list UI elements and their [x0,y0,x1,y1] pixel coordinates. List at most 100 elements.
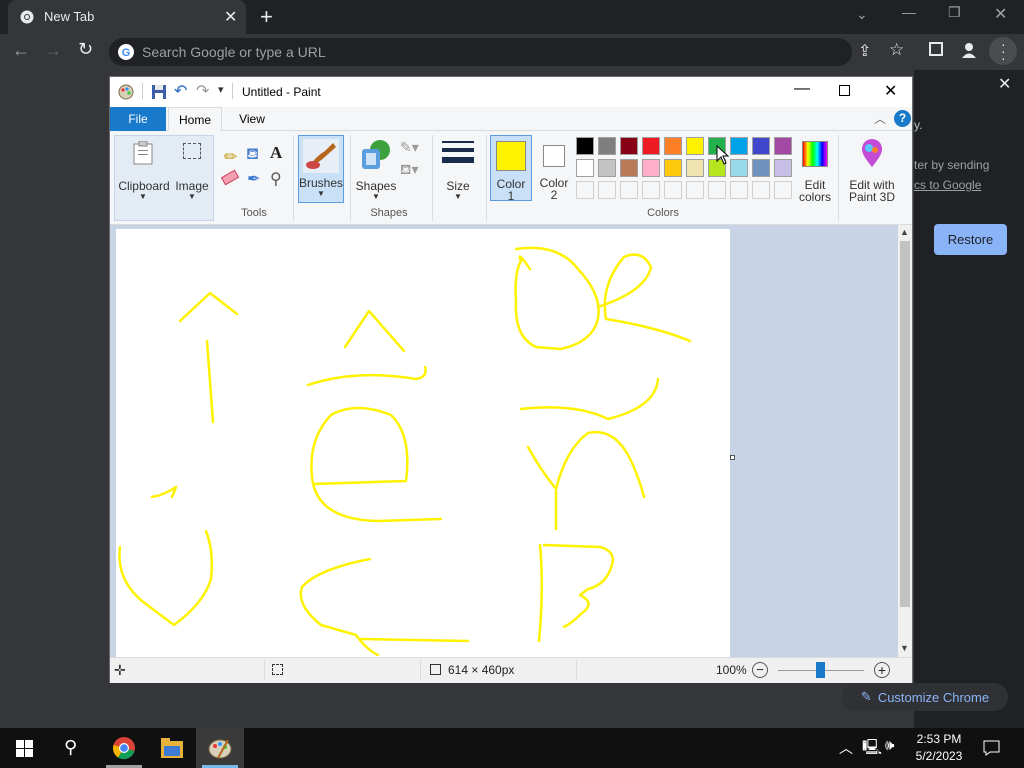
palette-swatch[interactable] [576,159,594,177]
volume-icon[interactable]: 🕪 [885,737,894,754]
tab-home[interactable]: Home [168,107,222,132]
palette-swatch[interactable] [598,159,616,177]
vertical-scrollbar[interactable]: ▲ ▼ [898,225,912,657]
customize-chrome-button[interactable]: ✎ Customize Chrome [842,683,1008,711]
taskbar-chrome[interactable] [100,728,148,768]
separator [576,660,577,680]
palette-swatch[interactable] [598,137,616,155]
shapes-button[interactable]: Shapes ▼ [356,137,396,201]
color1-button[interactable]: Color 1 [490,135,532,203]
side-panel-icon[interactable] [929,42,943,56]
custom-color-slot[interactable] [664,181,682,199]
close-window-icon[interactable]: ✕ [994,4,1007,24]
palette-swatch[interactable] [620,159,638,177]
bookmark-star-icon[interactable]: ☆ [889,40,904,60]
scrollbar-thumb[interactable] [900,241,910,607]
palette-swatch[interactable] [686,137,704,155]
custom-color-slot[interactable] [686,181,704,199]
drawing-canvas[interactable] [116,229,730,657]
network-icon[interactable]: 🖳 [862,737,882,762]
zoom-slider-thumb[interactable] [816,662,825,678]
palette-swatch[interactable] [664,159,682,177]
zoom-out-icon[interactable]: − [752,662,768,678]
zoom-in-icon[interactable]: + [874,662,890,678]
clock[interactable]: 2:53 PM 5/2/2023 [906,732,972,764]
taskbar-paint[interactable] [196,728,244,768]
scroll-up-icon[interactable]: ▲ [900,227,909,237]
custom-color-slot[interactable] [620,181,638,199]
search-icon[interactable]: ⚲ [64,737,77,758]
size-line-icon [442,157,474,163]
scroll-down-icon[interactable]: ▼ [900,643,909,653]
reload-icon[interactable]: ↻ [78,39,93,60]
palette-swatch[interactable] [730,159,748,177]
palette-swatch[interactable] [774,159,792,177]
eraser-tool-icon[interactable] [220,169,240,186]
brushes-button[interactable]: Brushes ▼ [298,135,344,203]
minimize-icon[interactable]: — [902,4,916,20]
custom-color-slot[interactable] [752,181,770,199]
help-icon[interactable]: ? [894,110,911,127]
undo-icon[interactable]: ↶ [174,81,187,101]
restore-button[interactable]: Restore [934,224,1007,255]
custom-color-slot[interactable] [774,181,792,199]
tray-chevron-up-icon[interactable]: ︿ [839,738,853,758]
outline-icon[interactable]: ✎▾ [400,139,419,156]
omnibox[interactable]: G Search Google or type a URL [109,38,852,66]
back-icon[interactable]: ← [12,40,30,61]
tab-view[interactable]: View [228,107,276,131]
magnifier-icon[interactable]: ⚲ [270,169,282,189]
custom-color-slot[interactable] [730,181,748,199]
color2-button[interactable]: Color 2 [534,135,576,202]
side-text-3[interactable]: cs to Google [914,178,981,192]
edit-with-paint3d-button[interactable]: Edit with Paint 3D [844,137,900,204]
palette-swatch[interactable] [752,137,770,155]
paint-close-icon[interactable]: ✕ [884,81,897,101]
text-tool-icon[interactable]: A [270,143,282,163]
side-panel-close-icon[interactable]: ✕ [998,74,1011,94]
save-icon[interactable] [152,85,166,99]
quick-access-dropdown-icon[interactable]: ▾ [218,83,224,96]
custom-color-slot[interactable] [598,181,616,199]
collapse-ribbon-icon[interactable]: ︿ [874,110,886,127]
new-tab-icon[interactable]: + [260,4,273,30]
profile-icon[interactable] [961,42,977,58]
palette-swatch[interactable] [730,137,748,155]
palette-swatch[interactable] [642,137,660,155]
tab-search-chevron-icon[interactable]: ⌄ [856,6,868,23]
status-bar: ✛ 614 × 460px 100% − + [110,657,912,683]
palette-swatch[interactable] [686,159,704,177]
paint-minimize-icon[interactable]: — [794,80,810,98]
pencil-tool-icon[interactable]: ✏ [224,147,237,167]
windows-start-icon[interactable] [16,740,33,757]
custom-color-slot[interactable] [642,181,660,199]
palette-swatch[interactable] [664,137,682,155]
edit-colors-button[interactable]: Edit colors [798,137,832,204]
custom-color-slot[interactable] [576,181,594,199]
share-icon[interactable]: ⇪ [858,41,871,61]
notifications-icon[interactable] [983,740,1000,756]
color2-swatch [543,145,565,167]
color-picker-icon[interactable]: ✒ [247,169,260,189]
restore-window-icon[interactable]: ❐ [948,4,961,21]
palette-swatch[interactable] [774,137,792,155]
tab-close-icon[interactable]: ✕ [224,7,237,27]
canvas-resize-handle[interactable] [730,455,735,460]
redo-icon[interactable]: ↷ [196,81,209,101]
size-button[interactable]: Size ▼ [438,137,478,201]
palette-swatch[interactable] [576,137,594,155]
menu-button[interactable]: · · · [989,37,1017,65]
fill-tool-icon[interactable]: ⛾ [246,145,259,165]
file-explorer-icon[interactable] [161,738,183,758]
palette-swatch[interactable] [642,159,660,177]
custom-color-slot[interactable] [708,181,726,199]
paint-maximize-icon[interactable] [839,85,850,96]
clipboard-button[interactable]: Clipboard ▼ [118,137,170,201]
palette-swatch[interactable] [752,159,770,177]
forward-icon[interactable]: → [44,40,62,61]
tab-new-tab[interactable]: New Tab ✕ [8,0,246,34]
palette-swatch[interactable] [620,137,638,155]
fill-shape-icon[interactable]: ⛾▾ [400,161,418,180]
tab-file[interactable]: File [110,107,166,131]
image-button[interactable]: Image ▼ [170,137,214,201]
